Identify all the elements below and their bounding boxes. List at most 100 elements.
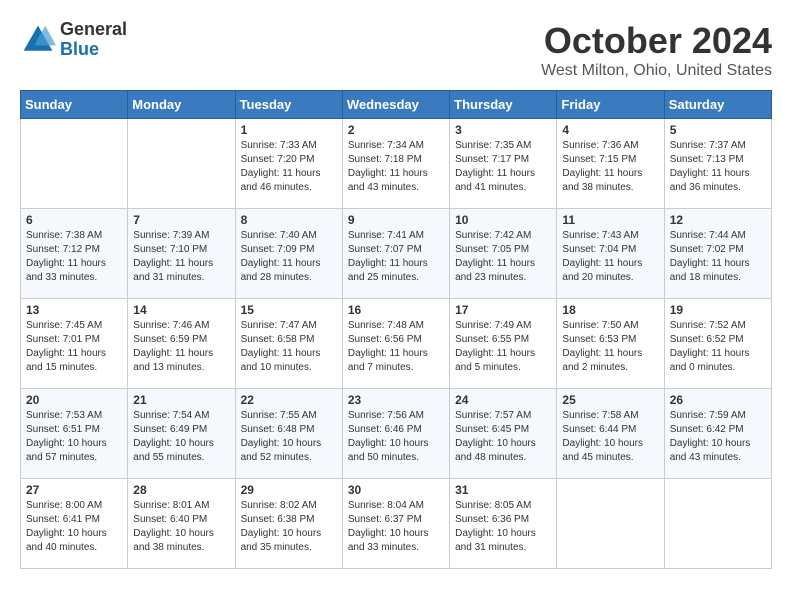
page-header: General Blue October 2024 West Milton, O… bbox=[20, 20, 772, 80]
day-number: 5 bbox=[670, 123, 766, 137]
day-info: Sunrise: 7:48 AM Sunset: 6:56 PM Dayligh… bbox=[348, 319, 444, 375]
weekday-header-saturday: Saturday bbox=[664, 91, 771, 119]
day-info: Sunrise: 7:53 AM Sunset: 6:51 PM Dayligh… bbox=[26, 409, 122, 465]
day-number: 30 bbox=[348, 483, 444, 497]
calendar-cell: 28 Sunrise: 8:01 AM Sunset: 6:40 PM Dayli… bbox=[128, 479, 235, 569]
day-number: 21 bbox=[133, 393, 229, 407]
day-info: Sunrise: 7:47 AM Sunset: 6:58 PM Dayligh… bbox=[241, 319, 337, 375]
day-info: Sunrise: 7:58 AM Sunset: 6:44 PM Dayligh… bbox=[562, 409, 658, 465]
day-number: 13 bbox=[26, 303, 122, 317]
day-number: 23 bbox=[348, 393, 444, 407]
location: West Milton, Ohio, United States bbox=[541, 62, 772, 80]
day-number: 8 bbox=[241, 213, 337, 227]
calendar-week-row: 27 Sunrise: 8:00 AM Sunset: 6:41 PM Dayli… bbox=[21, 479, 772, 569]
calendar-cell: 25 Sunrise: 7:58 AM Sunset: 6:44 PM Dayli… bbox=[557, 389, 664, 479]
day-number: 17 bbox=[455, 303, 551, 317]
day-info: Sunrise: 7:43 AM Sunset: 7:04 PM Dayligh… bbox=[562, 229, 658, 285]
calendar-cell: 26Sunrise: 7:59 AM Sunset: 6:42 PM Dayli… bbox=[664, 389, 771, 479]
day-info: Sunrise: 7:57 AM Sunset: 6:45 PM Dayligh… bbox=[455, 409, 551, 465]
calendar-cell: 29Sunrise: 8:02 AM Sunset: 6:38 PM Dayli… bbox=[235, 479, 342, 569]
day-info: Sunrise: 7:41 AM Sunset: 7:07 PM Dayligh… bbox=[348, 229, 444, 285]
calendar-cell: 27 Sunrise: 8:00 AM Sunset: 6:41 PM Dayli… bbox=[21, 479, 128, 569]
calendar-cell bbox=[664, 479, 771, 569]
day-number: 26 bbox=[670, 393, 766, 407]
calendar-week-row: 6Sunrise: 7:38 AM Sunset: 7:12 PM Daylig… bbox=[21, 209, 772, 299]
weekday-header-monday: Monday bbox=[128, 91, 235, 119]
day-info: Sunrise: 7:56 AM Sunset: 6:46 PM Dayligh… bbox=[348, 409, 444, 465]
calendar-cell: 19 Sunrise: 7:52 AM Sunset: 6:52 PM Dayli… bbox=[664, 299, 771, 389]
calendar-week-row: 1 Sunrise: 7:33 AM Sunset: 7:20 PM Daylig… bbox=[21, 119, 772, 209]
day-info: Sunrise: 7:49 AM Sunset: 6:55 PM Dayligh… bbox=[455, 319, 551, 375]
day-number: 9 bbox=[348, 213, 444, 227]
day-number: 6 bbox=[26, 213, 122, 227]
day-info: Sunrise: 7:36 AM Sunset: 7:15 PM Dayligh… bbox=[562, 139, 658, 195]
day-info: Sunrise: 7:50 AM Sunset: 6:53 PM Dayligh… bbox=[562, 319, 658, 375]
day-number: 27 bbox=[26, 483, 122, 497]
day-info: Sunrise: 8:04 AM Sunset: 6:37 PM Dayligh… bbox=[348, 499, 444, 555]
day-number: 20 bbox=[26, 393, 122, 407]
day-number: 25 bbox=[562, 393, 658, 407]
calendar-cell: 30 Sunrise: 8:04 AM Sunset: 6:37 PM Dayli… bbox=[342, 479, 449, 569]
day-info: Sunrise: 8:00 AM Sunset: 6:41 PM Dayligh… bbox=[26, 499, 122, 555]
calendar-cell: 1 Sunrise: 7:33 AM Sunset: 7:20 PM Daylig… bbox=[235, 119, 342, 209]
calendar-cell: 11 Sunrise: 7:43 AM Sunset: 7:04 PM Dayli… bbox=[557, 209, 664, 299]
day-info: Sunrise: 7:45 AM Sunset: 7:01 PM Dayligh… bbox=[26, 319, 122, 375]
weekday-header-wednesday: Wednesday bbox=[342, 91, 449, 119]
day-info: Sunrise: 7:40 AM Sunset: 7:09 PM Dayligh… bbox=[241, 229, 337, 285]
weekday-header-row: SundayMondayTuesdayWednesdayThursdayFrid… bbox=[21, 91, 772, 119]
calendar-cell: 23 Sunrise: 7:56 AM Sunset: 6:46 PM Dayli… bbox=[342, 389, 449, 479]
calendar-cell: 14Sunrise: 7:46 AM Sunset: 6:59 PM Dayli… bbox=[128, 299, 235, 389]
calendar-cell: 13 Sunrise: 7:45 AM Sunset: 7:01 PM Dayli… bbox=[21, 299, 128, 389]
month-title: October 2024 bbox=[541, 20, 772, 62]
day-info: Sunrise: 7:55 AM Sunset: 6:48 PM Dayligh… bbox=[241, 409, 337, 465]
day-number: 29 bbox=[241, 483, 337, 497]
day-number: 28 bbox=[133, 483, 229, 497]
day-info: Sunrise: 7:52 AM Sunset: 6:52 PM Dayligh… bbox=[670, 319, 766, 375]
calendar-cell: 21Sunrise: 7:54 AM Sunset: 6:49 PM Dayli… bbox=[128, 389, 235, 479]
calendar-cell: 8 Sunrise: 7:40 AM Sunset: 7:09 PM Daylig… bbox=[235, 209, 342, 299]
calendar-cell: 4 Sunrise: 7:36 AM Sunset: 7:15 PM Daylig… bbox=[557, 119, 664, 209]
day-number: 11 bbox=[562, 213, 658, 227]
day-number: 2 bbox=[348, 123, 444, 137]
calendar-cell: 15Sunrise: 7:47 AM Sunset: 6:58 PM Dayli… bbox=[235, 299, 342, 389]
calendar-cell: 18 Sunrise: 7:50 AM Sunset: 6:53 PM Dayli… bbox=[557, 299, 664, 389]
calendar-cell: 31 Sunrise: 8:05 AM Sunset: 6:36 PM Dayli… bbox=[450, 479, 557, 569]
calendar-cell: 2Sunrise: 7:34 AM Sunset: 7:18 PM Daylig… bbox=[342, 119, 449, 209]
calendar-cell: 5 Sunrise: 7:37 AM Sunset: 7:13 PM Daylig… bbox=[664, 119, 771, 209]
day-number: 1 bbox=[241, 123, 337, 137]
calendar-cell: 24Sunrise: 7:57 AM Sunset: 6:45 PM Dayli… bbox=[450, 389, 557, 479]
logo-general: General bbox=[60, 20, 127, 40]
day-number: 10 bbox=[455, 213, 551, 227]
calendar-cell: 16 Sunrise: 7:48 AM Sunset: 6:56 PM Dayli… bbox=[342, 299, 449, 389]
day-info: Sunrise: 8:05 AM Sunset: 6:36 PM Dayligh… bbox=[455, 499, 551, 555]
calendar-cell: 10Sunrise: 7:42 AM Sunset: 7:05 PM Dayli… bbox=[450, 209, 557, 299]
calendar-cell: 20 Sunrise: 7:53 AM Sunset: 6:51 PM Dayli… bbox=[21, 389, 128, 479]
calendar-cell: 9 Sunrise: 7:41 AM Sunset: 7:07 PM Daylig… bbox=[342, 209, 449, 299]
weekday-header-tuesday: Tuesday bbox=[235, 91, 342, 119]
day-number: 3 bbox=[455, 123, 551, 137]
day-number: 16 bbox=[348, 303, 444, 317]
weekday-header-sunday: Sunday bbox=[21, 91, 128, 119]
day-number: 31 bbox=[455, 483, 551, 497]
day-info: Sunrise: 7:44 AM Sunset: 7:02 PM Dayligh… bbox=[670, 229, 766, 285]
calendar-table: SundayMondayTuesdayWednesdayThursdayFrid… bbox=[20, 90, 772, 569]
weekday-header-friday: Friday bbox=[557, 91, 664, 119]
calendar-body: 1 Sunrise: 7:33 AM Sunset: 7:20 PM Daylig… bbox=[21, 119, 772, 569]
logo-icon bbox=[20, 22, 56, 58]
day-number: 12 bbox=[670, 213, 766, 227]
day-info: Sunrise: 7:35 AM Sunset: 7:17 PM Dayligh… bbox=[455, 139, 551, 195]
day-number: 19 bbox=[670, 303, 766, 317]
day-number: 18 bbox=[562, 303, 658, 317]
day-number: 7 bbox=[133, 213, 229, 227]
logo: General Blue bbox=[20, 20, 127, 60]
calendar-cell: 7 Sunrise: 7:39 AM Sunset: 7:10 PM Daylig… bbox=[128, 209, 235, 299]
calendar-cell: 17 Sunrise: 7:49 AM Sunset: 6:55 PM Dayli… bbox=[450, 299, 557, 389]
calendar-cell bbox=[557, 479, 664, 569]
day-info: Sunrise: 7:33 AM Sunset: 7:20 PM Dayligh… bbox=[241, 139, 337, 195]
day-info: Sunrise: 7:39 AM Sunset: 7:10 PM Dayligh… bbox=[133, 229, 229, 285]
day-info: Sunrise: 8:01 AM Sunset: 6:40 PM Dayligh… bbox=[133, 499, 229, 555]
logo-text: General Blue bbox=[60, 20, 127, 60]
calendar-week-row: 20 Sunrise: 7:53 AM Sunset: 6:51 PM Dayli… bbox=[21, 389, 772, 479]
day-info: Sunrise: 7:37 AM Sunset: 7:13 PM Dayligh… bbox=[670, 139, 766, 195]
day-number: 4 bbox=[562, 123, 658, 137]
